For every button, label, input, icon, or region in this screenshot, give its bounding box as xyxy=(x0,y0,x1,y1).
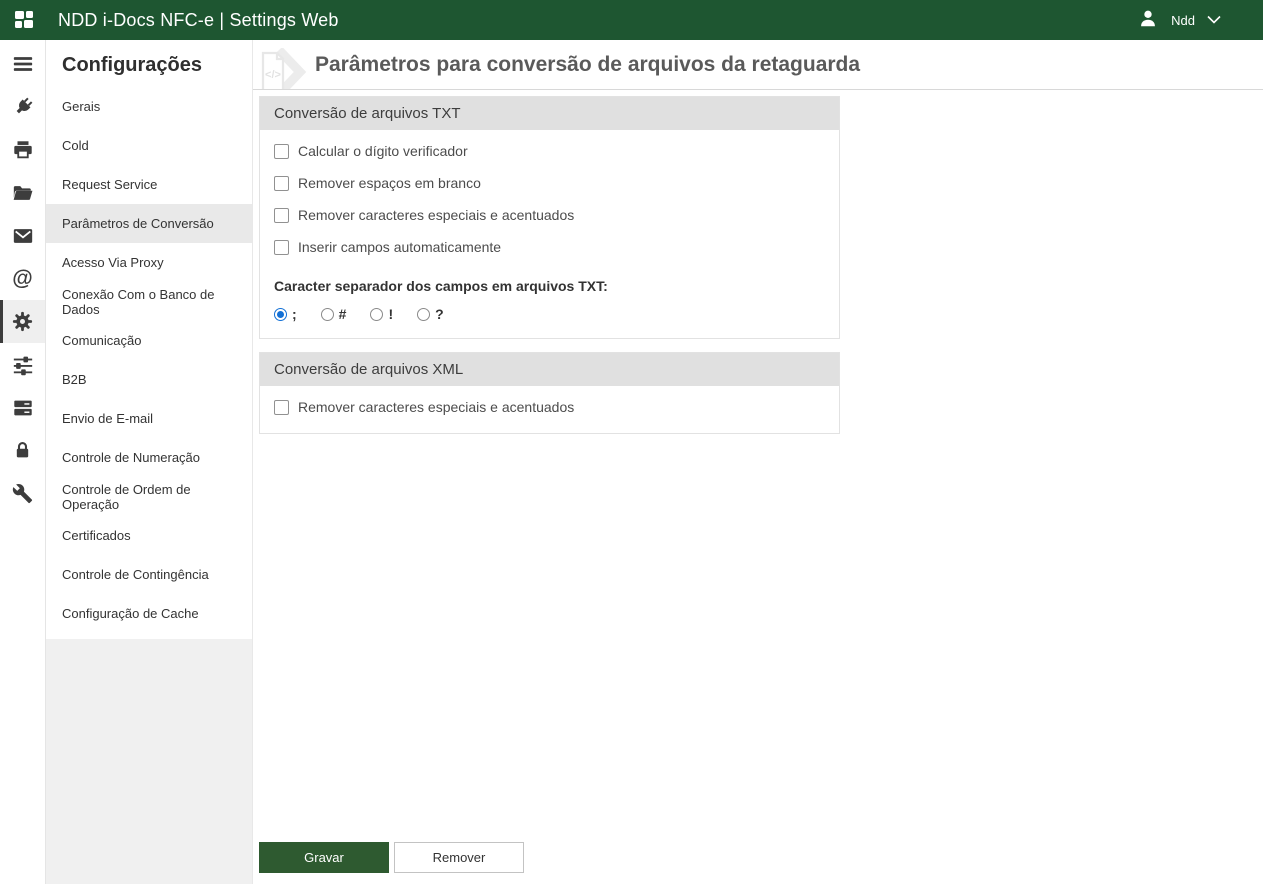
rail-item-lock[interactable] xyxy=(0,429,45,472)
page-header: </> Parâmetros para conversão de arquivo… xyxy=(253,40,1263,90)
rail-item-envelope[interactable] xyxy=(0,214,45,257)
chevron-down-icon xyxy=(1207,11,1221,29)
sidebar-item[interactable]: Controle de Numeração xyxy=(46,438,252,477)
checkbox-label: Inserir campos automaticamente xyxy=(298,239,502,255)
rail-item-plug[interactable] xyxy=(0,85,45,128)
sidebar: Configurações Gerais Cold Request Service P… xyxy=(46,40,253,884)
app-title: NDD i-Docs NFC-e | Settings Web xyxy=(58,9,339,30)
rail-item-gear[interactable] xyxy=(0,300,45,343)
rail-item-menu[interactable] xyxy=(0,42,45,85)
checkbox-row[interactable]: Inserir campos automaticamente xyxy=(274,231,825,263)
radio-label: ; xyxy=(292,306,297,322)
rail-item-sliders[interactable] xyxy=(0,343,45,386)
icon-rail: @ xyxy=(0,40,46,884)
rail-item-folder[interactable] xyxy=(0,171,45,214)
checkbox[interactable] xyxy=(274,399,289,415)
sidebar-item[interactable]: Gerais xyxy=(46,87,252,126)
radio-option[interactable]: ! xyxy=(370,306,393,322)
lock-icon xyxy=(16,442,29,458)
save-button[interactable]: Gravar xyxy=(259,842,389,873)
sidebar-item[interactable]: Acesso Via Proxy xyxy=(46,243,252,282)
panel-header: Conversão de arquivos XML xyxy=(260,353,839,386)
radio-label: # xyxy=(338,306,347,322)
sidebar-item[interactable]: Controle de Contingência xyxy=(46,555,252,594)
radio-button[interactable] xyxy=(370,307,384,321)
printer-icon xyxy=(13,140,32,158)
radio-label: ? xyxy=(435,306,444,322)
rail-item-server[interactable] xyxy=(0,386,45,429)
panel-body: Calcular o dígito verificador Remover esp… xyxy=(260,130,839,338)
user-menu[interactable]: Ndd xyxy=(1137,7,1221,34)
sidebar-item[interactable]: Certificados xyxy=(46,516,252,555)
radio-label: ! xyxy=(388,306,394,322)
checkbox-label: Calcular o dígito verificador xyxy=(298,143,468,159)
main-content: </> Parâmetros para conversão de arquivo… xyxy=(253,40,1263,884)
plug-icon xyxy=(16,97,32,113)
gear-icon xyxy=(12,311,33,332)
footer-actions: Gravar Remover xyxy=(259,842,1263,884)
checkbox-row[interactable]: Remover caracteres especiais e acentuado… xyxy=(274,199,825,231)
checkbox-label: Remover espaços em branco xyxy=(298,175,481,191)
checkbox-row[interactable]: Calcular o dígito verificador xyxy=(274,135,825,167)
sidebar-item[interactable]: Controle de Ordem de Operação xyxy=(46,477,252,516)
sidebar-list: Configurações Gerais Cold Request Service P… xyxy=(46,40,252,639)
server-icon xyxy=(13,400,32,415)
user-name: Ndd xyxy=(1171,12,1195,28)
sidebar-item[interactable]: Comunicação xyxy=(46,321,252,360)
panel-body: Remover caracteres especiais e acentuado… xyxy=(260,386,839,433)
envelope-icon xyxy=(13,228,32,243)
rail-item-at[interactable]: @ xyxy=(0,257,45,300)
checkbox-row[interactable]: Remover espaços em branco xyxy=(274,167,825,199)
user-icon xyxy=(1137,7,1159,34)
page-title: Parâmetros para conversão de arquivos da… xyxy=(315,52,861,76)
topbar: NDD i-Docs NFC-e | Settings Web Ndd xyxy=(0,0,1263,40)
wrench-icon xyxy=(12,483,33,504)
svg-text:</>: </> xyxy=(265,69,281,81)
separator-field-label: Caracter separador dos campos em arquivo… xyxy=(274,278,608,294)
radio-option[interactable]: ; xyxy=(274,306,297,322)
checkbox[interactable] xyxy=(274,239,289,255)
sidebar-item[interactable]: Envio de E-mail xyxy=(46,399,252,438)
radio-option[interactable]: # xyxy=(320,306,347,322)
checkbox[interactable] xyxy=(274,175,289,191)
menu-icon xyxy=(13,56,32,71)
sliders-icon xyxy=(13,356,32,375)
ndd-logo-icon xyxy=(14,9,36,31)
content-area: Conversão de arquivos TXT Calcular o dígi… xyxy=(253,90,1263,884)
checkbox-label: Remover caracteres especiais e acentuado… xyxy=(298,207,575,223)
checkbox-label: Remover caracteres especiais e acentuado… xyxy=(298,399,575,415)
remove-button[interactable]: Remover xyxy=(394,842,524,873)
radio-button[interactable] xyxy=(417,307,431,321)
checkbox-row[interactable]: Remover caracteres especiais e acentuado… xyxy=(274,391,825,423)
file-conversion-icon: </> xyxy=(255,46,309,89)
sidebar-item[interactable]: B2B xyxy=(46,360,252,399)
rail-item-wrench[interactable] xyxy=(0,472,45,515)
sidebar-item[interactable]: Conexão Com o Banco de Dados xyxy=(46,282,252,321)
radio-button[interactable] xyxy=(274,307,287,321)
sidebar-item[interactable]: Cold xyxy=(46,126,252,165)
sidebar-heading: Configurações xyxy=(62,54,203,76)
separator-radio-group: ; #!? xyxy=(274,306,825,322)
rail-item-printer[interactable] xyxy=(0,128,45,171)
at-sign-icon: @ xyxy=(12,267,33,290)
settings-panel: Conversão de arquivos TXT Calcular o dígi… xyxy=(259,96,840,339)
settings-panel: Conversão de arquivos XML Remover caracte… xyxy=(259,352,840,434)
sidebar-item[interactable]: Parâmetros de Conversão xyxy=(46,204,252,243)
panel-header: Conversão de arquivos TXT xyxy=(260,97,839,130)
checkbox[interactable] xyxy=(274,143,289,159)
checkbox[interactable] xyxy=(274,207,289,223)
folder-open-icon xyxy=(13,185,32,200)
sidebar-item[interactable]: Request Service xyxy=(46,165,252,204)
radio-option[interactable]: ? xyxy=(417,306,444,322)
sidebar-item[interactable]: Configuração de Cache xyxy=(46,594,252,633)
radio-button[interactable] xyxy=(320,307,334,321)
